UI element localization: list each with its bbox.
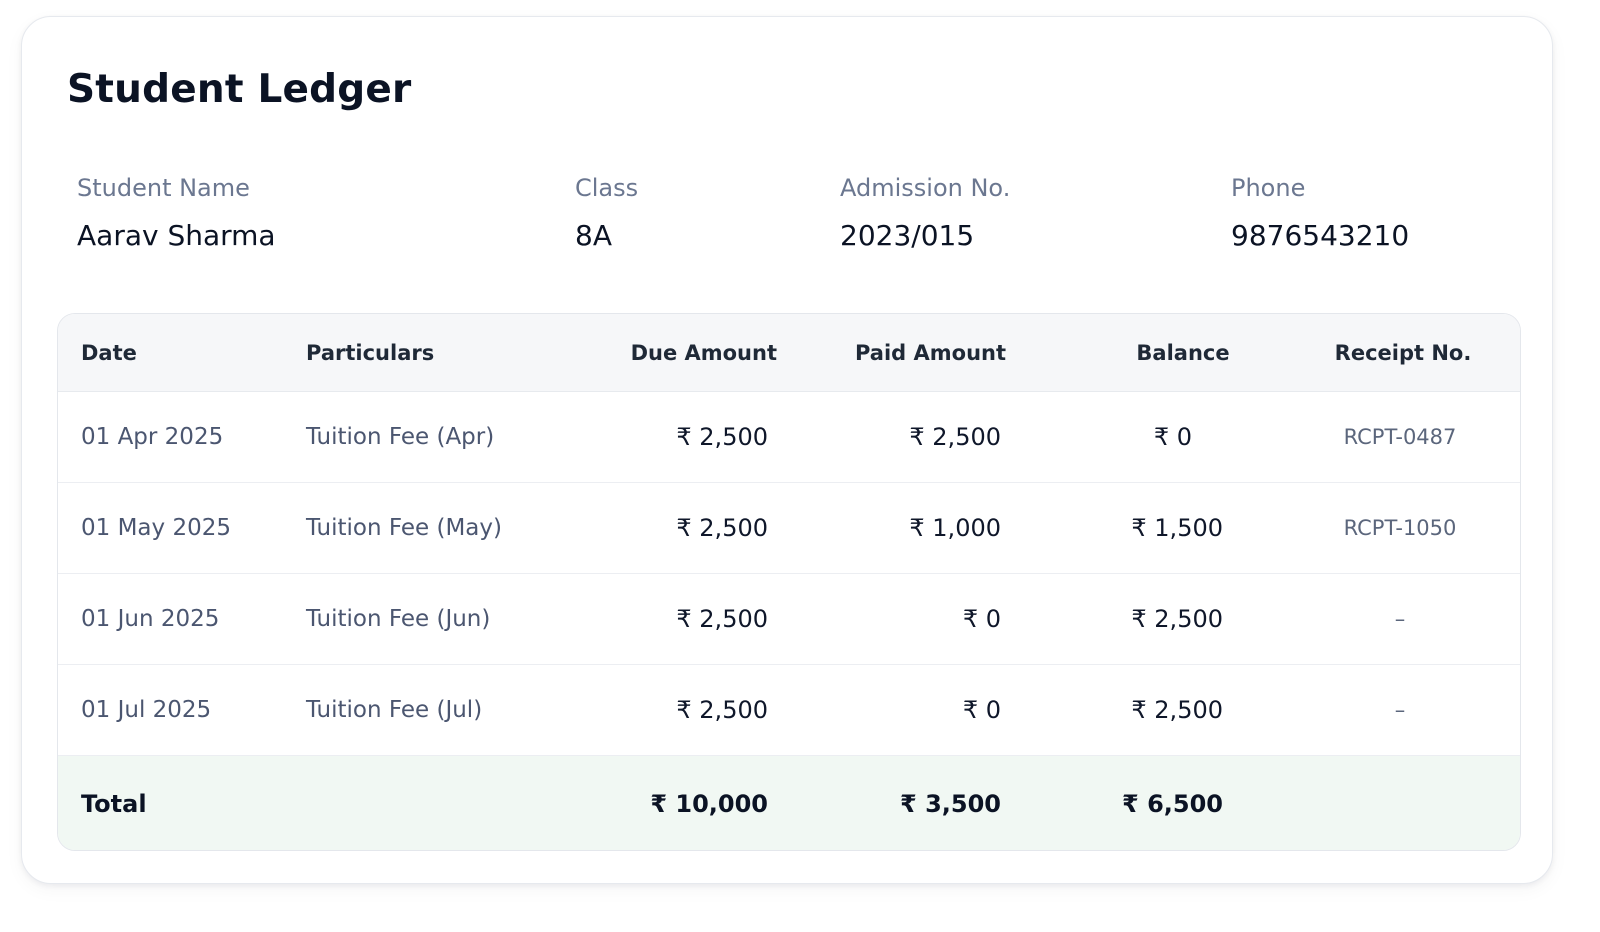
header-receipt-no: Receipt No. (1334, 340, 1472, 365)
total-balance: ₹ 6,500 (1122, 790, 1223, 818)
row-receipt-no: RCPT-1050 (1343, 516, 1457, 540)
row-date: 01 Jun 2025 (81, 606, 220, 632)
header-paid-amount: Paid Amount (854, 340, 1007, 365)
row-paid-amount: ₹ 1,000 (909, 514, 1001, 542)
row-balance: ₹ 2,500 (1131, 696, 1223, 724)
row-due-amount: ₹ 2,500 (676, 423, 768, 451)
row-particulars: Tuition Fee (May) (306, 515, 502, 541)
table-row[interactable]: 01 Jun 2025 Tuition Fee (Jun) ₹ 2,500 ₹ … (58, 574, 1520, 665)
table-total-row: Total ₹ 10,000 ₹ 3,500 ₹ 6,500 (58, 756, 1520, 850)
row-particulars: Tuition Fee (Jul) (306, 697, 483, 723)
class-block: Class 8A (575, 172, 638, 254)
row-paid-amount: ₹ 0 (962, 696, 1001, 724)
row-receipt-no: – (1394, 607, 1406, 631)
student-name-label: Student Name (77, 174, 250, 202)
student-name-block: Student Name Aarav Sharma (77, 172, 276, 254)
admission-block: Admission No. 2023/015 (840, 172, 1010, 254)
ledger-table: Date Particulars Due Amount Paid Amount … (57, 313, 1521, 851)
row-particulars: Tuition Fee (Apr) (306, 424, 495, 450)
class-label: Class (575, 174, 639, 202)
table-row[interactable]: 01 May 2025 Tuition Fee (May) ₹ 2,500 ₹ … (58, 483, 1520, 574)
row-balance: ₹ 1,500 (1131, 514, 1223, 542)
table-row[interactable]: 01 Apr 2025 Tuition Fee (Apr) ₹ 2,500 ₹ … (58, 392, 1520, 483)
row-due-amount: ₹ 2,500 (676, 696, 768, 724)
page-title: Student Ledger (67, 67, 412, 112)
admission-value: 2023/015 (840, 219, 975, 252)
total-label: Total (81, 790, 147, 818)
phone-block: Phone 9876543210 (1231, 172, 1409, 254)
header-date: Date (81, 340, 137, 365)
total-due-amount: ₹ 10,000 (650, 790, 768, 818)
row-balance: ₹ 0 (1153, 423, 1193, 451)
row-particulars: Tuition Fee (Jun) (306, 606, 491, 632)
row-balance: ₹ 2,500 (1131, 605, 1223, 633)
phone-label: Phone (1231, 174, 1306, 202)
row-receipt-no: RCPT-0487 (1343, 425, 1457, 449)
row-due-amount: ₹ 2,500 (676, 605, 768, 633)
row-date: 01 Jul 2025 (81, 697, 212, 723)
header-due-amount: Due Amount (630, 340, 777, 365)
table-header-row: Date Particulars Due Amount Paid Amount … (58, 314, 1520, 392)
table-row[interactable]: 01 Jul 2025 Tuition Fee (Jul) ₹ 2,500 ₹ … (58, 665, 1520, 756)
row-due-amount: ₹ 2,500 (676, 514, 768, 542)
phone-value: 9876543210 (1231, 219, 1410, 252)
student-name-value: Aarav Sharma (77, 219, 276, 252)
header-balance: Balance (1136, 340, 1230, 365)
row-receipt-no: – (1394, 698, 1406, 722)
header-particulars: Particulars (306, 340, 435, 365)
row-paid-amount: ₹ 0 (962, 605, 1001, 633)
row-date: 01 Apr 2025 (81, 424, 224, 450)
total-paid-amount: ₹ 3,500 (900, 790, 1001, 818)
ledger-card: Student Ledger Student Name Aarav Sharma… (21, 16, 1553, 884)
row-paid-amount: ₹ 2,500 (909, 423, 1001, 451)
row-date: 01 May 2025 (81, 515, 231, 541)
class-value: 8A (575, 219, 612, 252)
admission-label: Admission No. (840, 174, 1011, 202)
